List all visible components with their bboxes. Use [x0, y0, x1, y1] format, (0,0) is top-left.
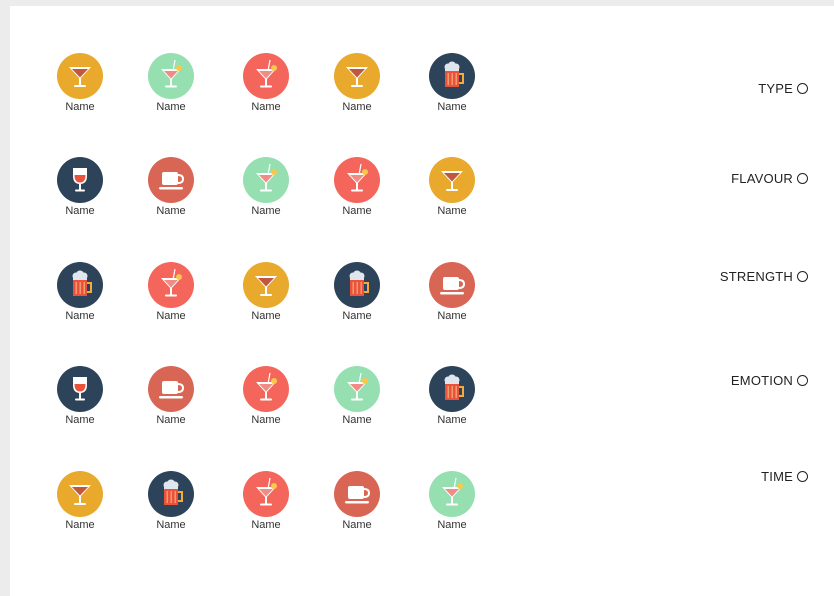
drink-item[interactable]: Name: [45, 471, 115, 541]
filter-label: EMOTION: [730, 373, 793, 388]
cocktail-icon: [148, 262, 194, 308]
drink-name-label: Name: [251, 519, 281, 531]
drink-name-label: Name: [342, 519, 372, 531]
beer-mug-icon: [429, 53, 475, 99]
drink-item[interactable]: Name: [322, 157, 392, 227]
filter-label: TYPE: [758, 81, 793, 96]
martini-icon: [334, 53, 380, 99]
drink-name-label: Name: [65, 205, 95, 217]
drink-name-label: Name: [251, 310, 281, 322]
drink-name-label: Name: [437, 101, 467, 113]
drink-name-label: Name: [156, 414, 186, 426]
coffee-cup-icon: [429, 262, 475, 308]
drink-item[interactable]: Name: [136, 262, 206, 332]
martini-icon: [57, 471, 103, 517]
drink-name-label: Name: [251, 205, 281, 217]
wine-glass-icon: [57, 366, 103, 412]
drink-item[interactable]: Name: [231, 157, 301, 227]
cocktail-icon: [334, 157, 380, 203]
filter-label: FLAVOUR: [731, 171, 793, 186]
drink-item[interactable]: Name: [45, 53, 115, 123]
filter-radio-button[interactable]: [797, 83, 808, 94]
drink-item[interactable]: Name: [322, 262, 392, 332]
coffee-cup-icon: [148, 366, 194, 412]
drink-item[interactable]: Name: [322, 366, 392, 436]
drink-name-label: Name: [156, 310, 186, 322]
drink-name-label: Name: [251, 414, 281, 426]
drink-name-label: Name: [65, 414, 95, 426]
drink-name-label: Name: [65, 101, 95, 113]
cocktail-icon: [148, 53, 194, 99]
cocktail-icon: [243, 366, 289, 412]
cocktail-icon: [243, 157, 289, 203]
drink-item[interactable]: Name: [136, 157, 206, 227]
martini-icon: [57, 53, 103, 99]
drink-name-label: Name: [156, 519, 186, 531]
drink-item[interactable]: Name: [136, 366, 206, 436]
filter-radio-button[interactable]: [797, 173, 808, 184]
drink-name-label: Name: [437, 519, 467, 531]
drink-name-label: Name: [342, 101, 372, 113]
filter-label: TIME: [761, 469, 793, 484]
drink-name-label: Name: [342, 310, 372, 322]
cocktail-icon: [429, 471, 475, 517]
drink-name-label: Name: [342, 414, 372, 426]
beer-mug-icon: [429, 366, 475, 412]
filter-time[interactable]: TIME: [761, 469, 808, 484]
filter-type[interactable]: TYPE: [758, 81, 808, 96]
filter-label: STRENGTH: [719, 269, 793, 284]
drink-name-label: Name: [156, 101, 186, 113]
drink-item[interactable]: Name: [231, 471, 301, 541]
beer-mug-icon: [148, 471, 194, 517]
beer-mug-icon: [57, 262, 103, 308]
drink-item[interactable]: Name: [45, 366, 115, 436]
drink-name-label: Name: [65, 519, 95, 531]
filter-flavour[interactable]: FLAVOUR: [731, 171, 808, 186]
filter-emotion[interactable]: EMOTION: [731, 373, 808, 388]
drink-name-label: Name: [342, 205, 372, 217]
drink-name-label: Name: [437, 310, 467, 322]
drink-name-label: Name: [251, 101, 281, 113]
drink-item[interactable]: Name: [322, 471, 392, 541]
filter-strength[interactable]: STRENGTH: [720, 269, 808, 284]
drink-name-label: Name: [437, 414, 467, 426]
drink-item[interactable]: Name: [417, 157, 487, 227]
drink-item[interactable]: Name: [231, 262, 301, 332]
drink-name-label: Name: [65, 310, 95, 322]
drink-item[interactable]: Name: [231, 53, 301, 123]
drink-item[interactable]: Name: [322, 53, 392, 123]
drink-picker-panel: Name Name Name Name Name Name Name Name Name Name…: [10, 6, 834, 596]
drink-item[interactable]: Name: [45, 157, 115, 227]
drink-item[interactable]: Name: [417, 366, 487, 436]
cocktail-icon: [243, 471, 289, 517]
martini-icon: [429, 157, 475, 203]
drink-item[interactable]: Name: [417, 262, 487, 332]
coffee-cup-icon: [148, 157, 194, 203]
drink-item[interactable]: Name: [136, 471, 206, 541]
coffee-cup-icon: [334, 471, 380, 517]
cocktail-icon: [243, 53, 289, 99]
martini-icon: [243, 262, 289, 308]
filter-radio-button[interactable]: [797, 471, 808, 482]
filter-radio-button[interactable]: [797, 375, 808, 386]
filter-radio-button[interactable]: [797, 271, 808, 282]
drink-name-label: Name: [437, 205, 467, 217]
drink-item[interactable]: Name: [45, 262, 115, 332]
drink-item[interactable]: Name: [417, 471, 487, 541]
drink-item[interactable]: Name: [417, 53, 487, 123]
wine-glass-icon: [57, 157, 103, 203]
cocktail-icon: [334, 366, 380, 412]
drink-item[interactable]: Name: [136, 53, 206, 123]
beer-mug-icon: [334, 262, 380, 308]
drink-name-label: Name: [156, 205, 186, 217]
drink-item[interactable]: Name: [231, 366, 301, 436]
